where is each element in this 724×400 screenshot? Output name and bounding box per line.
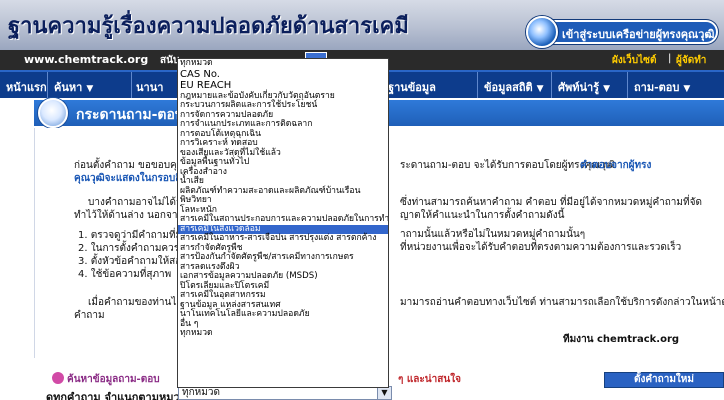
dropdown-option[interactable]: ทุกหมวด [178,59,388,69]
site-url: www.chemtrack.org [24,53,149,66]
search-title: ค้นหาข้อมูลถาม-ตอบ [67,374,160,385]
nav-glossary[interactable]: ศัพท์น่ารู้ ▼ [552,72,628,98]
followup-text-2: คำถาม [74,310,105,321]
intro-highlight: คุณวุฒิจะแสดงในกรอบสีเขี [74,173,192,184]
chevron-down-icon[interactable]: ▼ [377,387,391,399]
category-select[interactable]: ทุกหมวด ▼ [178,386,392,400]
new-question-button[interactable]: ตั้งคำถามใหม่ [604,372,724,388]
list-text-right-2: ที่หน่วยงานเพื่อจะได้รับคำตอบที่ตรงตามคว… [400,242,682,253]
followup-text-right: มามารถอ่านคำตอบทางเว็บไซต์ ท่านสามารถเลื… [400,297,724,308]
site-title: ฐานความรู้เรื่องความปลอดภัยด้านสารเคมี [8,14,409,39]
dropdown-option[interactable]: นาโนเทคโนโลยีและความปลอดภัย [178,309,388,320]
nav-glossary-label: ศัพท์น่ารู้ [558,81,600,94]
chevron-down-icon: ▼ [536,84,544,94]
intro-highlight-right: คำตอบจากผู้ทรง [580,160,652,171]
signature: ทีมงาน chemtrack.org [563,334,680,345]
dropdown-option[interactable]: เครื่องสำอาง [178,167,388,178]
category-dropdown-list[interactable]: ทุกหมวด CAS No. EU REACH กฎหมายและข้อบังคับ… [177,58,389,388]
chevron-down-icon: ▼ [86,84,94,94]
nav-articles[interactable]: นานาสาระ [132,72,178,112]
globe-icon [526,16,558,48]
nav-home[interactable]: หน้าแรก [0,72,48,98]
chevron-down-icon: ▼ [683,84,691,94]
site-header: ฐานความรู้เรื่องความปลอดภัยด้านสารเคมี เ… [0,0,724,50]
dropdown-option[interactable]: CAS No. [178,69,388,81]
site-map-link[interactable]: ผังเว็บไซต์ [612,53,656,68]
expert-login-button[interactable]: เข้าสู่ระบบเครือข่ายผู้ทรงคุณวุฒิ [526,16,718,48]
nav-stats[interactable]: ข้อมูลสถิติ ▼ [478,72,552,98]
category-label: ดูทุกคำถาม จำแนกตามหมวด: [46,391,192,400]
info-icon [38,98,68,128]
list-item: 4. ใช้ข้อความที่สุภาพ [78,269,172,280]
nav-search-label: ค้นหา [54,81,83,94]
nav-stats-label: ข้อมูลสถิติ [484,81,533,94]
page-title: กระดานถาม-ตอบ [76,107,184,123]
separator: | [668,53,672,64]
nav-chemdb[interactable]: ฐานข้อมูลเคมีภัณฑ์ [388,72,478,112]
contact-link[interactable]: ผู้จัดทำ [676,53,706,68]
nav-qa-label: ถาม-ตอบ [634,81,680,94]
nav-search[interactable]: ค้นหา ▼ [48,72,132,98]
chevron-down-icon: ▼ [603,84,611,94]
guide-text-right-2: ญาตให้คำแนะนำในการตั้งคำถามดังนี้ [400,210,565,221]
dropdown-option[interactable]: EU REACH [178,80,388,92]
category-select-value: ทุกหมวด [182,387,220,398]
search-icon [52,372,64,384]
dropdown-option[interactable]: ทุกหมวด [178,328,388,339]
expert-login-label: เข้าสู่ระบบเครือข่ายผู้ทรงคุณวุฒิ [562,28,715,41]
nav-home-label: หน้าแรก [6,81,47,94]
nav-qa[interactable]: ถาม-ตอบ ▼ [628,72,724,98]
search-tail-text: ๆ และน่าสนใจ [398,374,461,385]
